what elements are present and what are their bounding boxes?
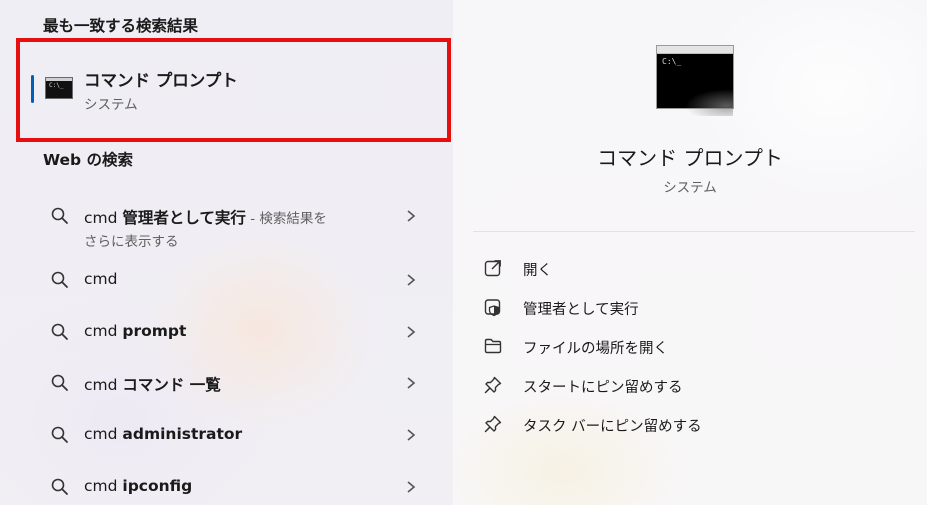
- action-open-file-location[interactable]: ファイルの場所を開く: [483, 331, 903, 361]
- folder-icon: [484, 338, 502, 354]
- search-icon: [51, 323, 68, 340]
- action-label: ファイルの場所を開く: [523, 341, 668, 357]
- web-item-query: コマンド 一覧: [122, 376, 221, 394]
- web-search-item[interactable]: cmd ipconfig: [40, 465, 440, 505]
- web-item-query: prompt: [122, 322, 187, 340]
- command-prompt-large-icon: C:\_: [656, 45, 734, 116]
- chevron-right-icon[interactable]: [404, 375, 418, 391]
- action-label: 開く: [523, 263, 552, 279]
- web-item-more: さらに表示する: [84, 234, 179, 250]
- search-results-pane: 最も一致する検索結果 C:\_ コマンド プロンプト システム Web の検索 …: [0, 0, 453, 505]
- web-item-prefix: cmd: [84, 376, 123, 394]
- web-search-item[interactable]: cmd: [40, 258, 440, 302]
- chevron-right-icon[interactable]: [404, 272, 418, 288]
- search-icon: [51, 271, 68, 288]
- best-match-name[interactable]: コマンド プロンプト: [84, 67, 238, 91]
- chevron-right-icon[interactable]: [404, 427, 418, 443]
- pin-icon: [484, 415, 502, 433]
- chevron-right-icon[interactable]: [404, 479, 418, 495]
- web-item-query: ipconfig: [122, 477, 193, 495]
- web-item-query: administrator: [122, 425, 243, 443]
- web-item-query: 管理者として実行: [122, 209, 246, 227]
- web-search-item[interactable]: cmd 管理者として実行 - 検索結果を さらに表示する: [40, 194, 440, 250]
- web-search-item[interactable]: cmd administrator: [40, 413, 440, 457]
- details-pane: C:\_ コマンド プロンプト システム 開く 管理者として実行 ファイルの場所…: [453, 0, 927, 505]
- best-match-category: システム: [84, 97, 138, 113]
- action-run-as-admin[interactable]: 管理者として実行: [483, 292, 903, 322]
- action-label: スタートにピン留めする: [523, 380, 683, 396]
- action-label: 管理者として実行: [523, 302, 639, 318]
- web-item-prefix: cmd: [84, 209, 123, 227]
- web-item-prefix: cmd: [84, 270, 118, 288]
- action-pin-to-taskbar[interactable]: タスク バーにピン留めする: [483, 409, 903, 439]
- divider: [473, 231, 915, 232]
- web-item-suffix: - 検索結果を: [245, 211, 327, 227]
- open-external-icon: [484, 260, 501, 277]
- best-match-heading: 最も一致する検索結果: [43, 17, 199, 35]
- web-item-prefix: cmd: [84, 425, 123, 443]
- action-open[interactable]: 開く: [483, 253, 903, 283]
- action-label: タスク バーにピン留めする: [523, 419, 702, 435]
- search-icon: [51, 374, 68, 391]
- pin-icon: [484, 376, 502, 394]
- search-icon: [51, 207, 68, 224]
- web-search-heading: Web の検索: [43, 151, 134, 169]
- web-search-item[interactable]: cmd コマンド 一覧: [40, 361, 440, 405]
- selection-indicator: [31, 75, 34, 103]
- detail-app-name: コマンド プロンプト: [597, 146, 783, 170]
- action-pin-to-start[interactable]: スタートにピン留めする: [483, 370, 903, 400]
- search-icon: [51, 478, 68, 495]
- web-item-prefix: cmd: [84, 477, 123, 495]
- detail-app-category: システム: [663, 180, 717, 196]
- web-item-prefix: cmd: [84, 322, 123, 340]
- chevron-right-icon[interactable]: [404, 324, 418, 340]
- command-prompt-icon[interactable]: C:\_: [45, 77, 73, 99]
- chevron-right-icon[interactable]: [404, 208, 418, 224]
- admin-shield-icon: [484, 299, 501, 317]
- web-search-item[interactable]: cmd prompt: [40, 310, 440, 354]
- search-icon: [51, 426, 68, 443]
